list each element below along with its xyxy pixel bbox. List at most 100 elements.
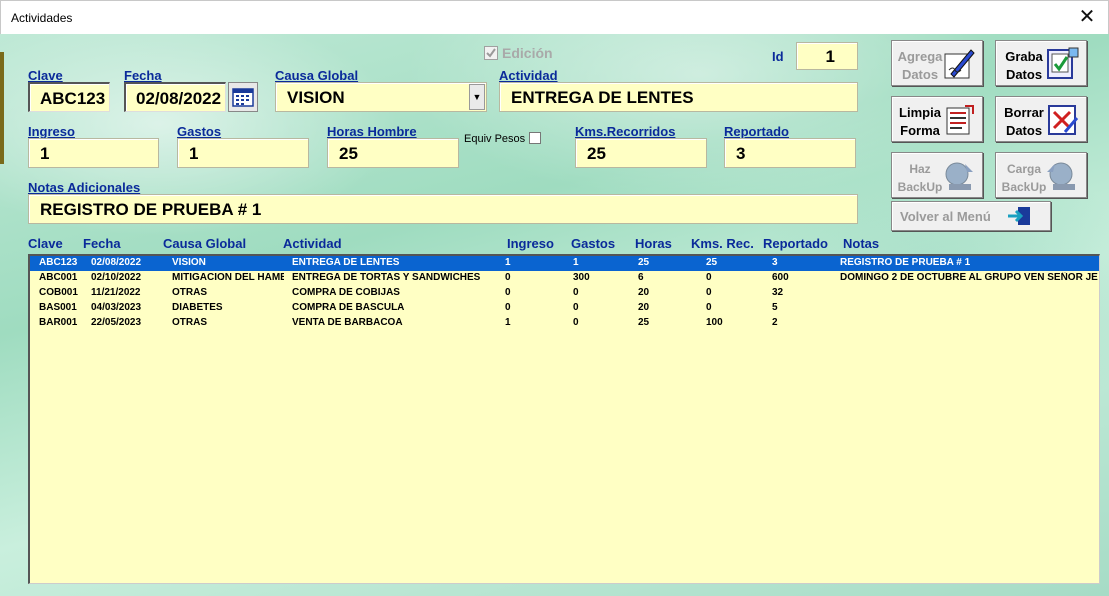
activities-list[interactable]: ABC123 02/08/2022 VISION ENTREGA DE LENT…: [28, 254, 1100, 584]
actividad-label: Actividad: [499, 68, 558, 83]
ingreso-label: Ingreso: [28, 124, 75, 139]
ingreso-input[interactable]: 1: [28, 138, 159, 168]
cell-reportado: 600: [772, 272, 789, 283]
cell-kms: 0: [706, 287, 712, 298]
horas-hombre-label: Horas Hombre: [327, 124, 417, 139]
cell-gastos: 1: [573, 257, 579, 268]
close-icon[interactable]: ✕: [1076, 6, 1098, 28]
clear-form-icon: [946, 105, 974, 135]
col-header-ingreso[interactable]: Ingreso: [507, 236, 554, 251]
restore-backup-icon: [1047, 162, 1075, 190]
agrega-datos-label: Agrega Datos: [897, 49, 943, 82]
cell-kms: 100: [706, 317, 723, 328]
clave-label: Clave: [28, 68, 63, 83]
equiv-pesos-label: Equiv Pesos: [464, 133, 526, 145]
form-area: Edición Id 1 Clave Fecha Causa Global Ac…: [0, 34, 1109, 596]
cell-horas: 6: [638, 272, 644, 283]
col-header-gastos[interactable]: Gastos: [571, 236, 615, 251]
cell-causa-global: OTRAS: [172, 287, 207, 298]
cell-horas: 20: [638, 287, 650, 298]
cell-ingreso: 0: [505, 272, 511, 283]
col-header-reportado[interactable]: Reportado: [763, 236, 828, 251]
table-row[interactable]: BAS001 04/03/2023 DIABETES COMPRA DE BAS…: [30, 301, 1099, 316]
actividad-input[interactable]: ENTREGA DE LENTES: [499, 82, 858, 112]
cell-actividad: COMPRA DE BASCULA: [292, 302, 405, 313]
cell-gastos: 0: [573, 317, 579, 328]
causa-global-value: VISION: [287, 88, 345, 107]
horas-hombre-input[interactable]: 25: [327, 138, 459, 168]
carga-backup-label: Carga BackUp: [1001, 162, 1047, 194]
borrar-datos-label: Borrar Datos: [1004, 105, 1044, 138]
causa-global-select[interactable]: VISION ▼: [275, 82, 487, 112]
graba-datos-button[interactable]: Graba Datos: [995, 40, 1087, 86]
cell-horas: 25: [638, 317, 650, 328]
col-header-horas[interactable]: Horas: [635, 236, 672, 251]
edicion-label: Edición: [502, 45, 553, 61]
delete-icon: [1048, 105, 1079, 135]
haz-backup-label: Haz BackUp: [897, 162, 943, 194]
fecha-input[interactable]: 02/08/2022: [124, 82, 226, 112]
cell-clave: ABC001: [39, 272, 78, 283]
cell-notas: DOMINGO 2 DE OCTUBRE AL GRUPO VEN SEÑOR …: [840, 272, 1098, 283]
limpia-forma-button[interactable]: Limpia Forma: [891, 96, 983, 142]
backup-icon: [945, 162, 973, 190]
cell-ingreso: 0: [505, 287, 511, 298]
kms-recorridos-label: Kms.Recorridos: [575, 124, 676, 139]
cell-clave: BAR001: [39, 317, 78, 328]
notas-input[interactable]: REGISTRO DE PRUEBA # 1: [28, 194, 858, 224]
cell-horas: 20: [638, 302, 650, 313]
cell-kms: 25: [706, 257, 718, 268]
cell-actividad: VENTA DE BARBACOA: [292, 317, 403, 328]
graba-datos-label: Graba Datos: [1005, 49, 1043, 82]
cell-causa-global: VISION: [172, 257, 206, 268]
agrega-datos-button[interactable]: Agrega Datos: [891, 40, 983, 86]
causa-global-label: Causa Global: [275, 68, 359, 83]
id-field[interactable]: 1: [796, 42, 858, 70]
cell-fecha: 22/05/2023: [91, 317, 142, 328]
haz-backup-button[interactable]: Haz BackUp: [891, 152, 983, 198]
cell-ingreso: 0: [505, 302, 511, 313]
chevron-down-icon[interactable]: ▼: [469, 84, 485, 110]
cell-fecha: 11/21/2022: [91, 287, 141, 298]
kms-recorridos-input[interactable]: 25: [575, 138, 707, 168]
col-header-notas[interactable]: Notas: [843, 236, 879, 251]
edicion-checkbox[interactable]: [484, 46, 498, 60]
col-header-clave[interactable]: Clave: [28, 236, 63, 251]
title-bar: Actividades ✕: [0, 0, 1109, 34]
cell-fecha: 04/03/2023: [91, 302, 142, 313]
equiv-pesos-checkbox[interactable]: [529, 132, 541, 144]
cell-actividad: ENTREGA DE LENTES: [292, 257, 400, 268]
clave-input[interactable]: ABC123: [28, 82, 110, 112]
cell-ingreso: 1: [505, 317, 511, 328]
carga-backup-button[interactable]: Carga BackUp: [995, 152, 1087, 198]
cell-clave: ABC123: [39, 257, 78, 268]
col-header-actividad[interactable]: Actividad: [283, 236, 342, 251]
table-row[interactable]: ABC001 02/10/2022 MITIGACION DEL HAMB EN…: [30, 271, 1099, 286]
notas-label: Notas Adicionales: [28, 180, 141, 195]
exit-door-icon: [1008, 207, 1030, 225]
col-header-causa-global[interactable]: Causa Global: [163, 236, 246, 251]
borrar-datos-button[interactable]: Borrar Datos: [995, 96, 1087, 142]
id-label: Id: [772, 49, 784, 64]
cell-actividad: ENTREGA DE TORTAS Y SANDWICHES: [292, 272, 481, 283]
limpia-forma-label: Limpia Forma: [899, 105, 941, 138]
table-row[interactable]: BAR001 22/05/2023 OTRAS VENTA DE BARBACO…: [30, 316, 1099, 331]
cell-fecha: 02/08/2022: [91, 257, 142, 268]
gastos-input[interactable]: 1: [177, 138, 309, 168]
cell-causa-global: DIABETES: [172, 302, 223, 313]
col-header-kms-rec[interactable]: Kms. Rec.: [691, 236, 754, 251]
reportado-input[interactable]: 3: [724, 138, 856, 168]
volver-menu-button[interactable]: Volver al Menú: [891, 201, 1051, 231]
reportado-label: Reportado: [724, 124, 789, 139]
cell-reportado: 2: [772, 317, 778, 328]
cell-gastos: 0: [573, 287, 579, 298]
cell-horas: 25: [638, 257, 650, 268]
table-row[interactable]: COB001 11/21/2022 OTRAS COMPRA DE COBIJA…: [30, 286, 1099, 301]
cell-kms: 0: [706, 272, 712, 283]
col-header-fecha[interactable]: Fecha: [83, 236, 121, 251]
cell-clave: COB001: [39, 287, 78, 298]
window-title: Actividades: [11, 11, 73, 25]
table-row[interactable]: ABC123 02/08/2022 VISION ENTREGA DE LENT…: [30, 256, 1099, 271]
pen-paper-icon: [944, 49, 975, 79]
calendar-button[interactable]: [228, 82, 258, 112]
